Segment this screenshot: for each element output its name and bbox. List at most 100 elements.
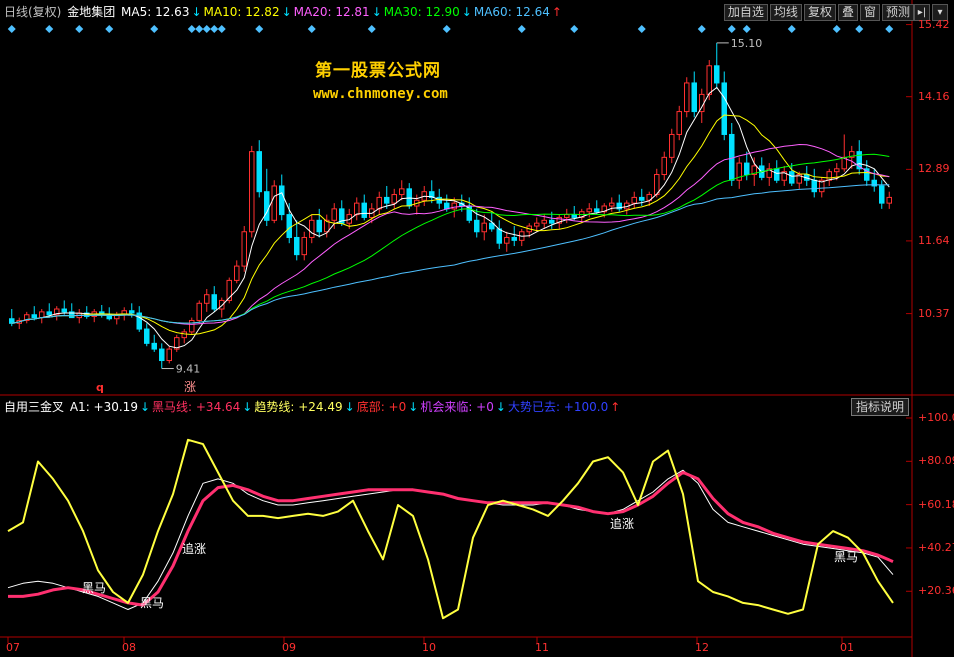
ma-arrow-4: ↑ — [551, 5, 562, 19]
candle-body-34 — [264, 191, 270, 221]
candle-body-83 — [631, 196, 637, 204]
signal-label-0: 黑马 — [82, 581, 106, 595]
candle-body-36 — [279, 185, 285, 216]
candle-body-75 — [571, 214, 577, 218]
signal-diamond-15 — [570, 25, 579, 33]
ma-value-4: MA60: 12.64 — [473, 5, 550, 19]
signal-label-3: 追涨 — [610, 516, 634, 531]
toolbar-button-3[interactable]: 叠 — [837, 4, 858, 21]
sub-y-label-3: +40.27 — [918, 540, 954, 554]
x-label-4: 11 — [535, 641, 549, 654]
signal-diamond-8 — [210, 25, 219, 33]
candle-body-33 — [256, 151, 262, 193]
indicator-help-button[interactable]: 指标说明 — [850, 398, 909, 416]
ma-arrow-2: ↓ — [371, 5, 382, 19]
main-y-label-1: 14.16 — [918, 89, 950, 103]
candle-body-16 — [129, 310, 135, 314]
candle-body-51 — [391, 194, 397, 204]
annotation-low: 9.41 — [176, 363, 201, 376]
candle-body-71 — [541, 219, 547, 224]
candle-body-38 — [294, 236, 300, 256]
indicator-value-3: 底部: +0 — [356, 400, 407, 414]
candle-body-23 — [181, 331, 187, 339]
signal-diamond-17 — [697, 25, 706, 33]
watermark-title: 第一股票公式网 — [315, 61, 441, 81]
candle-body-30 — [234, 265, 240, 281]
signal-diamond-6 — [195, 25, 204, 33]
candle-body-3 — [31, 314, 37, 319]
chart-frame — [0, 0, 954, 657]
stock-name: 金地集团 — [67, 5, 116, 19]
period-label[interactable]: 日线(复权) — [4, 5, 61, 19]
toolbar-button-5[interactable]: 预测 — [881, 4, 914, 21]
indicator-header: 自用三金叉 A1: +30.19 ↓ 黑马线: +34.64 ↓ 趋势线: +24.49… — [4, 399, 624, 415]
indicator-pane[interactable]: 黑马黑马追涨追涨黑马 — [7, 438, 894, 620]
signal-diamond-14 — [517, 25, 526, 33]
signal-diamond-11 — [307, 25, 316, 33]
candle-body-63 — [481, 222, 487, 233]
candle-body-74 — [564, 214, 570, 218]
candle-body-43 — [331, 208, 337, 221]
signal-diamond-5 — [187, 25, 196, 33]
indicator-value-2: 趋势线: +24.49 — [254, 400, 343, 414]
candle-body-50 — [384, 196, 390, 204]
candle-body-49 — [376, 196, 382, 210]
ma-value-2: MA20: 12.81 — [293, 5, 370, 19]
toolbar-button-4[interactable]: 窗 — [859, 4, 880, 21]
signal-diamond-21 — [832, 25, 841, 33]
candle-body-110 — [834, 168, 840, 173]
x-label-0: 07 — [6, 641, 20, 654]
signal-diamond-13 — [442, 25, 451, 33]
main-y-label-3: 11.64 — [918, 233, 950, 247]
main-y-label-4: 10.37 — [918, 306, 950, 320]
candle-body-98 — [744, 162, 750, 176]
ma-line-60 — [11, 184, 890, 324]
candle-body-77 — [586, 208, 592, 213]
ma-line-30 — [11, 153, 890, 324]
signal-diamond-1 — [45, 25, 54, 33]
candle-body-87 — [661, 156, 667, 176]
series-line-0 — [7, 469, 894, 610]
ma-arrow-1: ↓ — [281, 5, 292, 19]
indicator-value-4: 机会来临: +0 — [420, 400, 494, 414]
ma-arrow-3: ↓ — [461, 5, 472, 19]
candle-body-26 — [204, 294, 210, 304]
candlestick-pane[interactable]: 15.10 9.41 q 涨 — [7, 25, 894, 394]
candle-body-40 — [309, 219, 315, 238]
candle-body-72 — [549, 219, 555, 224]
candle-body-95 — [721, 82, 727, 135]
chart-toolbar: 加自选 均线 复权叠窗预测 — [723, 4, 914, 21]
toolbar-button-2[interactable]: 复权 — [803, 4, 836, 21]
toolbar-button-1[interactable]: 均线 — [769, 4, 802, 21]
sub-y-label-2: +60.18 — [918, 497, 954, 511]
indicator-arrow-4: ↓ — [495, 400, 506, 414]
candle-body-7 — [61, 308, 67, 313]
candle-body-102 — [774, 168, 780, 181]
candle-body-19 — [151, 342, 157, 350]
indicator-value-1: 黑马线: +34.64 — [152, 400, 241, 414]
signal-diamond-10 — [255, 25, 264, 33]
candle-body-93 — [706, 65, 712, 95]
signal-diamond-19 — [742, 25, 751, 33]
x-label-3: 10 — [422, 641, 436, 654]
candle-body-104 — [789, 171, 795, 184]
candle-body-70 — [534, 222, 540, 227]
signal-label-2: 追涨 — [182, 541, 206, 556]
candle-body-107 — [811, 179, 817, 193]
marker-q: q — [96, 381, 104, 394]
candle-body-37 — [286, 214, 292, 238]
ma-arrow-0: ↓ — [191, 5, 202, 19]
indicator-arrow-5: ↑ — [610, 400, 621, 414]
candle-body-35 — [271, 185, 277, 221]
candle-body-66 — [504, 236, 510, 244]
candle-body-88 — [669, 133, 675, 158]
signal-diamond-7 — [202, 25, 211, 33]
indicator-name[interactable]: 自用三金叉 — [4, 400, 64, 414]
x-label-2: 09 — [282, 641, 296, 654]
candle-body-89 — [676, 111, 682, 135]
signal-diamond-12 — [367, 25, 376, 33]
annotation-high: 15.10 — [731, 37, 763, 50]
signal-diamond-22 — [855, 25, 864, 33]
ma-line-5 — [11, 86, 890, 349]
toolbar-button-0[interactable]: 加自选 — [723, 4, 768, 21]
